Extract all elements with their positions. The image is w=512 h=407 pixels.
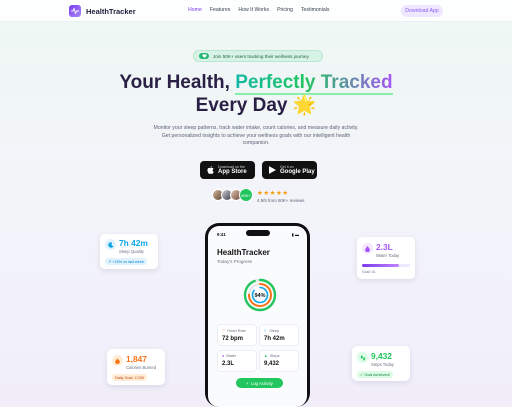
moon-icon bbox=[105, 239, 116, 250]
calories-goal-pill: Daily Goal: 2,200 bbox=[112, 374, 148, 381]
flame-icon bbox=[112, 355, 123, 366]
metric-value: 7h 42m bbox=[264, 336, 285, 342]
nav-links: Home Features How It Works Pricing Testi… bbox=[188, 7, 329, 13]
sleep-quality-card: 7h 42m Sleep Quality ↗ +15% vs last week bbox=[100, 234, 158, 269]
badge-text: Join 50K+ users tracking their wellness … bbox=[213, 53, 309, 59]
steps-goal-pill: ✓ Goal Achieved! bbox=[357, 371, 393, 378]
phone-app-title: HealthTracker bbox=[217, 248, 270, 257]
status-icons: ▮ ▬ bbox=[292, 232, 299, 237]
battery-icon: ▬ bbox=[295, 232, 299, 237]
signal-icon: ▮ bbox=[291, 232, 294, 237]
footsteps-icon: ▲ bbox=[264, 354, 268, 358]
hero-subtitle: Monitor your sleep patterns, track water… bbox=[153, 125, 359, 146]
water-progress-fill bbox=[362, 264, 399, 267]
hero-title-line2: Every Day bbox=[195, 95, 288, 116]
heart-icon: ♡ bbox=[222, 329, 226, 333]
status-time: 9:41 bbox=[217, 232, 226, 237]
water-value: 2.3L bbox=[376, 242, 393, 252]
metric-sleep-label-row: ☾ Sleep bbox=[264, 328, 294, 334]
nav-link-testimonials[interactable]: Testimonials bbox=[301, 7, 330, 13]
moon-icon: ☾ bbox=[264, 329, 268, 333]
calories-value: 1,847 bbox=[126, 354, 147, 364]
play-store-icon bbox=[269, 166, 276, 174]
google-play-text: Get it on Google Play bbox=[280, 165, 315, 175]
nav-link-home[interactable]: Home bbox=[188, 7, 202, 13]
metric-water-label-row: ● Water bbox=[222, 354, 252, 358]
nav-link-pricing[interactable]: Pricing bbox=[277, 7, 293, 13]
metric-label: Heart Rate bbox=[227, 328, 246, 333]
steps-card: 9,432 Steps Today ✓ Goal Achieved! bbox=[352, 346, 410, 381]
water-card: 2.3L Water Today Goal: 3L bbox=[357, 237, 415, 279]
nav-link-how-it-works[interactable]: How It Works bbox=[238, 7, 269, 13]
progress-percent: 94% bbox=[254, 293, 265, 299]
top-navbar: HealthTracker Home Features How It Works… bbox=[0, 0, 512, 22]
sleep-label: Sleep Quality bbox=[119, 249, 144, 254]
steps-label: Steps Today bbox=[371, 362, 394, 367]
avatar-count: 50K+ bbox=[239, 188, 253, 202]
brand-logo[interactable]: HealthTracker bbox=[69, 5, 136, 17]
hero-title-highlight: Perfectly Tracked bbox=[235, 72, 393, 95]
steps-value: 9,432 bbox=[371, 351, 392, 361]
metric-label: Sleep bbox=[269, 328, 280, 333]
metric-heart-rate-label-row: ♡ Heart Rate bbox=[222, 328, 252, 334]
phone-mockup: 9:41 ▮ ▬ HealthTracker Today's Progress … bbox=[205, 223, 310, 407]
social-proof-badge: Join 50K+ users tracking their wellness … bbox=[193, 50, 323, 62]
nav-link-features[interactable]: Features bbox=[210, 7, 230, 13]
sleep-value: 7h 42m bbox=[119, 238, 148, 248]
metric-label: Steps bbox=[269, 354, 280, 358]
drop-icon bbox=[362, 243, 373, 254]
app-store-big-text: App Store bbox=[218, 169, 247, 175]
metric-value: 2.3L bbox=[222, 361, 235, 367]
log-activity-button[interactable]: + Log Activity bbox=[236, 378, 283, 388]
metric-value: 72 bpm bbox=[222, 336, 244, 342]
app-store-text: Download on the App Store bbox=[218, 165, 247, 175]
app-store-button[interactable]: Download on the App Store bbox=[200, 161, 255, 179]
phone-screen: 9:41 ▮ ▬ HealthTracker Today's Progress … bbox=[208, 226, 307, 407]
google-play-button[interactable]: Get it on Google Play bbox=[262, 161, 317, 179]
rating-stars: ★★★★★ bbox=[257, 190, 289, 197]
apple-icon bbox=[207, 166, 214, 174]
download-app-button[interactable]: Download App bbox=[401, 5, 443, 17]
phone-app-subtitle: Today's Progress bbox=[217, 259, 253, 264]
sleep-pill-text: +15% vs last week bbox=[112, 259, 144, 264]
dynamic-island bbox=[246, 230, 270, 236]
star-emoji-icon: 🌟 bbox=[292, 95, 317, 116]
plus-icon: + bbox=[246, 380, 249, 386]
calories-card: 1,847 Calories Burned Daily Goal: 2,200 bbox=[107, 349, 165, 385]
metric-steps: ▲ Steps 9,432 bbox=[259, 350, 299, 372]
drop-icon: ● bbox=[222, 354, 225, 358]
steps-pill-text: Goal Achieved! bbox=[364, 372, 390, 377]
metric-water: ● Water 2.3L bbox=[217, 350, 257, 372]
metric-sleep: ☾ Sleep 7h 42m bbox=[259, 324, 299, 346]
metric-value: 9,432 bbox=[264, 361, 280, 367]
water-progress-bar bbox=[362, 264, 410, 267]
hero-title: Your Health, Perfectly Tracked Every Day… bbox=[0, 71, 512, 117]
metric-label: Water bbox=[226, 354, 237, 358]
heart-icon bbox=[199, 53, 209, 59]
progress-ring: 94% bbox=[243, 278, 277, 312]
water-label: Water Today bbox=[376, 253, 400, 258]
user-avatars: 50K+ bbox=[212, 188, 253, 202]
footsteps-icon bbox=[357, 352, 368, 363]
hero-title-plain: Your Health, bbox=[119, 72, 236, 93]
metric-heart-rate: ♡ Heart Rate 72 bpm bbox=[217, 324, 257, 346]
water-goal: Goal: 3L bbox=[362, 270, 376, 274]
calories-label: Calories Burned bbox=[126, 365, 157, 370]
log-activity-label: Log Activity bbox=[250, 380, 273, 386]
google-play-big-text: Google Play bbox=[280, 169, 315, 175]
sleep-change-pill: ↗ +15% vs last week bbox=[105, 258, 147, 265]
pulse-icon bbox=[69, 5, 81, 17]
metric-steps-label-row: ▲ Steps bbox=[264, 354, 294, 358]
rating-text: 4.9/5 from 50K+ reviews bbox=[257, 198, 305, 203]
brand-name: HealthTracker bbox=[86, 6, 136, 16]
